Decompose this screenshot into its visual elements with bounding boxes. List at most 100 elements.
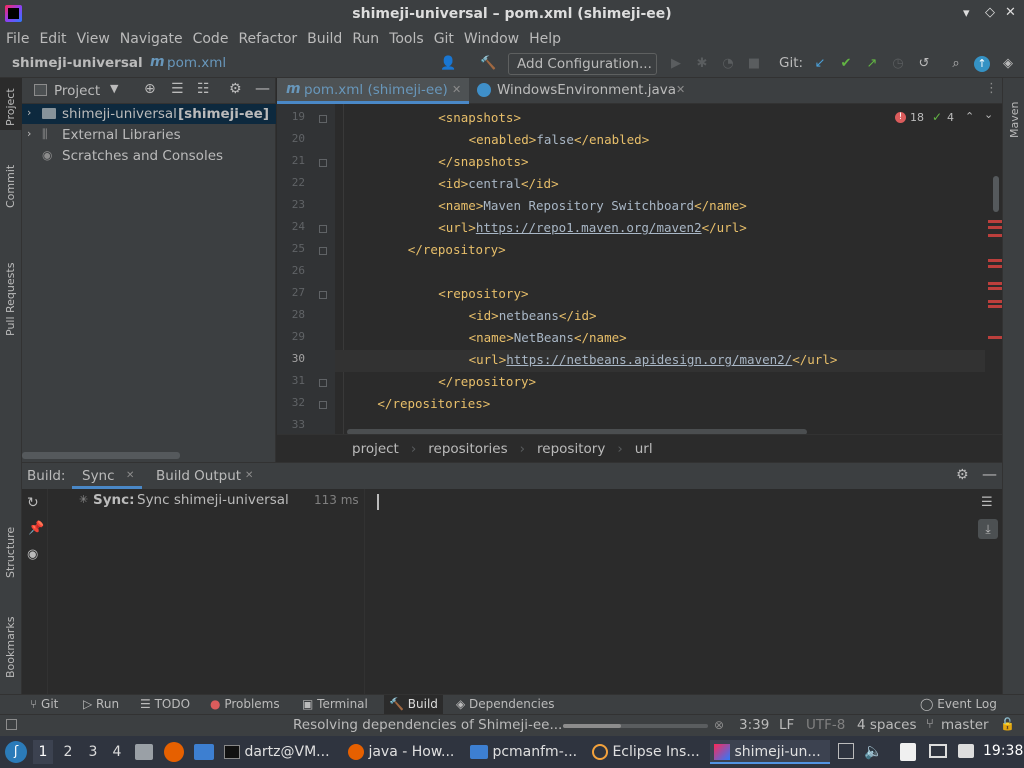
previous-error-icon[interactable]: ⌃ bbox=[965, 110, 974, 123]
code-line[interactable]: <id>central</id> bbox=[438, 176, 558, 191]
code-line[interactable]: <snapshots> bbox=[438, 110, 521, 125]
cancel-progress-icon[interactable]: ⊗ bbox=[714, 718, 724, 732]
breadcrumb-item[interactable]: url bbox=[635, 441, 653, 457]
git-update-icon[interactable]: ↙ bbox=[812, 56, 828, 72]
git-push-icon[interactable]: ↗ bbox=[864, 56, 880, 72]
task-terminal[interactable]: dartz@VM... bbox=[224, 740, 342, 764]
code-line[interactable]: <url>https://repo1.maven.org/maven2</url… bbox=[438, 220, 747, 235]
clipboard-icon[interactable] bbox=[900, 743, 916, 761]
menu-edit[interactable]: Edit bbox=[39, 31, 66, 47]
lock-icon[interactable]: 🔓 bbox=[1000, 717, 1015, 731]
code-line[interactable]: <name>Maven Repository Switchboard</name… bbox=[438, 198, 747, 213]
inspection-widget[interactable]: ! 18 ✓ 4 ⌃ ⌄ bbox=[895, 108, 995, 127]
gear-icon[interactable]: ⚙ bbox=[956, 467, 969, 483]
error-mark[interactable] bbox=[988, 265, 1002, 268]
code-line[interactable]: <url>https://netbeans.apidesign.org/mave… bbox=[469, 352, 838, 367]
hide-panel-icon[interactable]: — bbox=[982, 465, 997, 483]
breadcrumb-file[interactable]: pom.xml bbox=[167, 55, 226, 71]
rollback-icon[interactable]: ↺ bbox=[916, 56, 932, 72]
keyboard-icon[interactable] bbox=[958, 744, 974, 758]
volume-icon[interactable]: 🔈 bbox=[864, 742, 883, 760]
code-line[interactable]: <repository> bbox=[438, 286, 528, 301]
breadcrumb-item[interactable]: repository bbox=[537, 441, 605, 457]
bottom-tool-terminal[interactable]: ▣ Terminal bbox=[302, 697, 368, 711]
tab-windows-environment[interactable]: WindowsEnvironment.java ✕ bbox=[471, 78, 691, 104]
clock[interactable]: 19:38 bbox=[983, 743, 1023, 759]
file-encoding[interactable]: UTF-8 bbox=[806, 717, 845, 733]
bottom-tool-dependencies[interactable]: ◈ Dependencies bbox=[456, 697, 554, 711]
gear-icon[interactable]: ⚙ bbox=[229, 81, 242, 97]
desktop-launcher-icon[interactable] bbox=[194, 744, 214, 760]
eye-icon[interactable]: ◉ bbox=[27, 547, 38, 562]
menu-view[interactable]: View bbox=[77, 31, 110, 47]
code-line[interactable]: <enabled>false</enabled> bbox=[469, 132, 650, 147]
tab-pom-xml[interactable]: m pom.xml (shimeji-ee) ✕ bbox=[277, 78, 469, 104]
error-mark[interactable] bbox=[988, 287, 1002, 290]
build-console[interactable] bbox=[366, 489, 974, 695]
search-icon[interactable]: ⌕ bbox=[948, 56, 964, 72]
breadcrumb-item[interactable]: repositories bbox=[428, 441, 507, 457]
menu-window[interactable]: Window bbox=[464, 31, 519, 47]
file-manager-launcher-icon[interactable] bbox=[135, 744, 153, 760]
bottom-tool-todo[interactable]: ☰ TODO bbox=[140, 697, 190, 711]
tab-sync[interactable]: Sync ✕ bbox=[72, 463, 142, 489]
breadcrumb-project[interactable]: shimeji-universal bbox=[12, 55, 143, 71]
error-mark[interactable] bbox=[988, 220, 1002, 223]
fold-marker-icon[interactable] bbox=[319, 379, 327, 387]
menu-navigate[interactable]: Navigate bbox=[120, 31, 183, 47]
left-strip-pull-requests[interactable]: Pull Requests bbox=[4, 263, 17, 336]
fold-marker-icon[interactable] bbox=[319, 115, 327, 123]
error-stripe[interactable] bbox=[986, 104, 1002, 434]
workspace-4[interactable]: 4 bbox=[107, 740, 127, 764]
error-mark[interactable] bbox=[988, 300, 1002, 303]
sync-text[interactable]: Sync shimeji-universal bbox=[137, 492, 289, 508]
project-tree-item-libraries[interactable]: › ⫼ External Libraries bbox=[22, 125, 276, 145]
caret-position[interactable]: 3:39 bbox=[739, 717, 769, 733]
run-icon[interactable]: ▶ bbox=[668, 56, 684, 72]
user-icon[interactable]: 👤 bbox=[440, 56, 456, 72]
menu-build[interactable]: Build bbox=[307, 31, 342, 47]
menu-file[interactable]: File bbox=[6, 31, 29, 47]
code-link[interactable]: https://netbeans.apidesign.org/maven2/ bbox=[506, 352, 792, 367]
close-icon[interactable]: ✕ bbox=[452, 83, 461, 96]
expand-all-icon[interactable]: ☰ bbox=[171, 81, 184, 97]
task-pcmanfm[interactable]: pcmanfm-... bbox=[470, 740, 585, 764]
menu-refactor[interactable]: Refactor bbox=[238, 31, 297, 47]
error-mark[interactable] bbox=[988, 336, 1002, 339]
add-configuration-button[interactable]: Add Configuration... bbox=[508, 53, 657, 75]
refresh-icon[interactable]: ↻ bbox=[27, 495, 39, 511]
code-line[interactable]: </repository> bbox=[438, 374, 536, 389]
code-line[interactable]: </repository> bbox=[408, 242, 506, 257]
project-horizontal-scrollbar[interactable] bbox=[22, 452, 180, 459]
minimize-icon[interactable]: ▾ bbox=[963, 6, 970, 21]
event-log-button[interactable]: ◯ Event Log bbox=[920, 697, 997, 711]
close-icon[interactable]: ✕ bbox=[676, 83, 685, 96]
project-tree-item-root[interactable]: › shimeji-universal [shimeji-ee] bbox=[22, 104, 276, 124]
code-line[interactable]: <name>NetBeans</name> bbox=[469, 330, 627, 345]
task-eclipse-installer[interactable]: Eclipse Ins... bbox=[592, 740, 707, 764]
left-strip-project[interactable]: Project bbox=[4, 88, 17, 126]
close-icon[interactable]: ✕ bbox=[245, 470, 253, 481]
code-area[interactable]: <snapshots> <enabled>false</enabled> </sna… bbox=[335, 104, 1002, 434]
network-icon[interactable] bbox=[929, 744, 947, 758]
code-line[interactable]: </snapshots> bbox=[438, 154, 528, 169]
code-link[interactable]: https://repo1.maven.org/maven2 bbox=[476, 220, 702, 235]
stop-icon[interactable]: ■ bbox=[746, 56, 762, 72]
error-mark[interactable] bbox=[988, 226, 1002, 229]
left-strip-commit[interactable]: Commit bbox=[4, 165, 17, 208]
debug-icon[interactable]: ✱ bbox=[694, 56, 710, 72]
status-message[interactable]: Resolving dependencies of Shimeji-ee... bbox=[293, 717, 562, 733]
left-strip-structure[interactable]: Structure bbox=[4, 527, 17, 578]
task-intellij[interactable]: shimeji-un... bbox=[710, 740, 830, 764]
tab-actions-icon[interactable]: ⋮ bbox=[985, 81, 998, 96]
hide-panel-icon[interactable]: — bbox=[255, 79, 270, 97]
task-firefox[interactable]: java - How... bbox=[348, 740, 463, 764]
chevron-right-icon[interactable]: › bbox=[27, 127, 31, 140]
maximize-icon[interactable]: ◇ bbox=[985, 5, 995, 20]
left-strip-bookmarks[interactable]: Bookmarks bbox=[4, 617, 17, 678]
bottom-tool-run[interactable]: ▷ Run bbox=[83, 697, 119, 711]
error-mark[interactable] bbox=[988, 305, 1002, 308]
fold-marker-icon[interactable] bbox=[319, 401, 327, 409]
bottom-tool-build[interactable]: 🔨 Build bbox=[384, 695, 443, 714]
code-line[interactable]: </repositories> bbox=[377, 396, 490, 411]
